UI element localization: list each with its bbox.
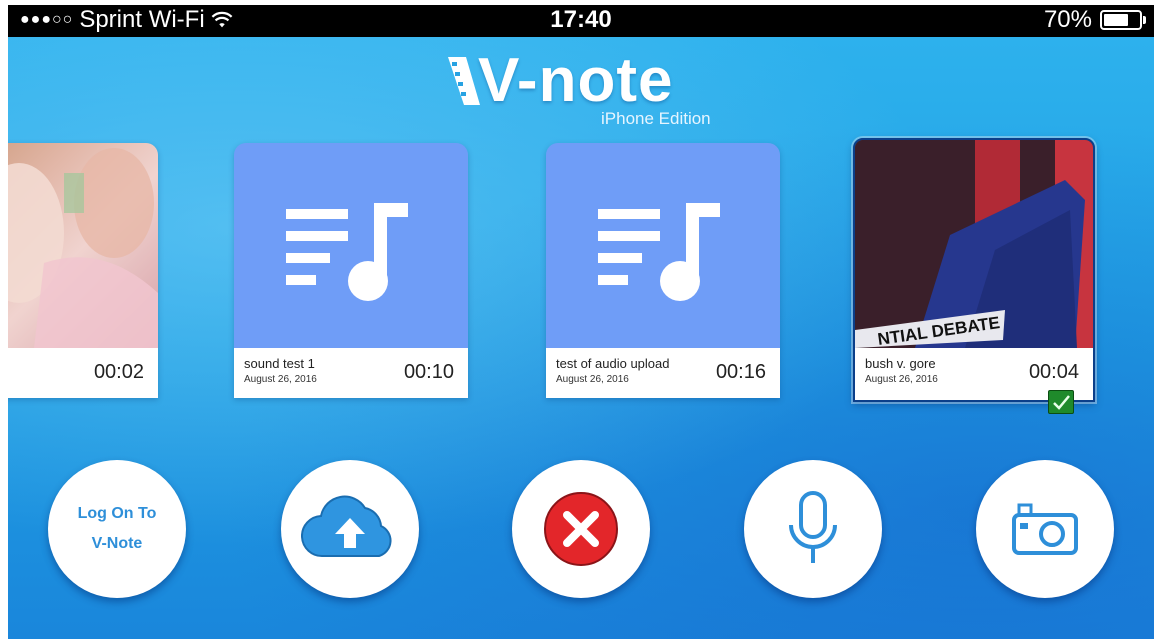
recording-card[interactable]: sound test 1 August 26, 2016 00:10 <box>234 143 468 398</box>
record-audio-button[interactable] <box>744 460 882 598</box>
logo-text: V-note <box>478 46 674 115</box>
app-screen: ●●●○○ Sprint Wi-Fi 17:40 70% V-note iPho… <box>8 5 1154 639</box>
recording-title: test of audio upload <box>556 356 670 371</box>
card-footer: test of audio upload August 26, 2016 00:… <box>546 348 780 398</box>
audio-thumbnail <box>234 143 468 348</box>
duration-label: 00:10 <box>403 361 454 383</box>
battery-fill <box>1104 14 1128 26</box>
logo-edition: iPhone Edition <box>601 109 711 128</box>
recording-card-selected[interactable]: NTIAL DEBATE bush v. gore August 26, 201… <box>853 138 1095 402</box>
music-note-icon <box>286 203 408 301</box>
video-thumbnail <box>8 143 158 348</box>
recording-card[interactable]: test of audio upload August 26, 2016 00:… <box>546 143 780 398</box>
recording-card[interactable]: 00:02 <box>8 143 158 398</box>
login-label-line1: Log On To <box>77 505 157 522</box>
recording-title: sound test 1 <box>244 356 315 371</box>
video-thumbnail: NTIAL DEBATE <box>855 140 1093 349</box>
status-bar: ●●●○○ Sprint Wi-Fi 17:40 70% <box>8 5 1154 37</box>
cloud-upload-icon <box>301 495 392 558</box>
music-note-icon <box>598 203 720 301</box>
recording-date: August 26, 2016 <box>556 374 629 385</box>
upload-button[interactable] <box>281 460 419 598</box>
battery-percent: 70% <box>1043 6 1092 33</box>
duration-label: 00:04 <box>1028 361 1079 383</box>
record-video-button[interactable] <box>976 460 1114 598</box>
selected-checkmark-icon[interactable] <box>1048 390 1074 414</box>
thumbnail-image: NTIAL DEBATE <box>855 140 1093 349</box>
login-label-line2: V-Note <box>91 535 143 552</box>
recording-date: August 26, 2016 <box>865 374 938 385</box>
recording-title: bush v. gore <box>865 356 936 371</box>
battery-info: 70% <box>1043 6 1146 34</box>
login-button[interactable]: Log On To V-Note <box>48 460 186 598</box>
recording-date: August 26, 2016 <box>244 374 317 385</box>
microphone-icon <box>789 491 837 563</box>
audio-thumbnail <box>546 143 780 348</box>
close-icon <box>544 492 618 566</box>
battery-icon <box>1100 10 1146 30</box>
app-logo: V-note iPhone Edition <box>438 45 738 135</box>
card-footer: sound test 1 August 26, 2016 00:10 <box>234 348 468 398</box>
duration-label: 00:16 <box>715 361 766 383</box>
thumbnail-image <box>8 148 158 348</box>
duration-label: 00:02 <box>93 361 144 383</box>
delete-button[interactable] <box>512 460 650 598</box>
camera-icon <box>1012 503 1078 555</box>
clock: 17:40 <box>550 6 612 33</box>
card-footer: 00:02 <box>8 348 158 398</box>
